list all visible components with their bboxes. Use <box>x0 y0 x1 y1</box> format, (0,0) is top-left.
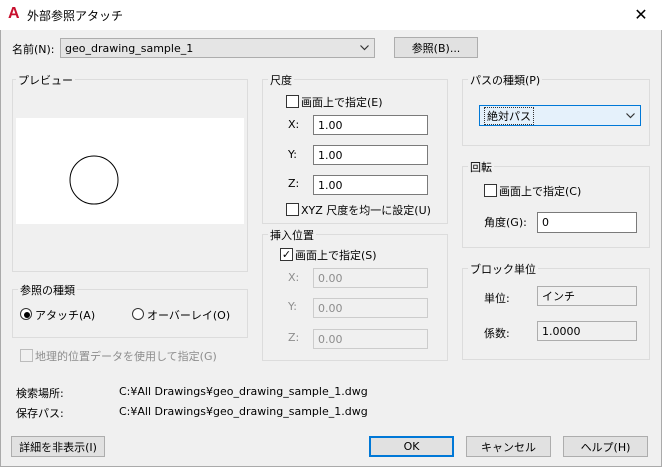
path-type-legend: パスの種類(P) <box>468 72 543 88</box>
insertion-z-label: Z: <box>288 331 300 344</box>
angle-label: 角度(G): <box>484 216 527 229</box>
browse-button[interactable]: 参照(B)... <box>394 37 478 58</box>
help-button[interactable]: ヘルプ(H) <box>563 436 648 457</box>
scale-z-input[interactable]: 1.00 <box>313 175 428 195</box>
preview-circle-icon <box>69 155 119 205</box>
factor-label: 係数: <box>484 327 510 340</box>
found-in-label: 検索場所: <box>16 387 64 400</box>
scale-y-input[interactable]: 1.00 <box>313 145 428 165</box>
preview-legend: プレビュー <box>16 72 75 88</box>
insertion-y-label: Y: <box>288 300 297 313</box>
block-unit-group <box>462 268 650 360</box>
scale-onscreen-checkbox[interactable] <box>286 95 299 108</box>
attach-label[interactable]: アタッチ(A) <box>35 307 95 323</box>
uniform-scale-label: XYZ 尺度を均一に設定(U) <box>301 204 431 217</box>
name-combo[interactable]: geo_drawing_sample_1 <box>60 38 375 58</box>
scale-x-label: X: <box>288 118 300 131</box>
chevron-down-icon <box>626 113 635 119</box>
path-type-value: 絶対パス <box>484 106 534 125</box>
scale-legend: 尺度 <box>268 72 294 88</box>
saved-path-label: 保存パス: <box>16 407 64 420</box>
name-label: 名前(N): <box>12 43 55 56</box>
insertion-legend: 挿入位置 <box>268 227 316 243</box>
attach-radio[interactable] <box>20 308 32 320</box>
close-icon[interactable]: ✕ <box>630 5 652 25</box>
ref-type-legend: 参照の種類 <box>18 282 77 298</box>
hide-details-button[interactable]: 詳細を非表示(I) <box>11 436 105 457</box>
scale-x-input[interactable]: 1.00 <box>313 115 428 135</box>
chevron-down-icon <box>360 45 369 51</box>
autocad-logo-icon: A <box>8 5 20 22</box>
cancel-button[interactable]: キャンセル <box>466 436 551 457</box>
rotation-legend: 回転 <box>468 159 494 175</box>
insertion-onscreen-checkbox[interactable]: ✓ <box>280 248 293 261</box>
uniform-scale-checkbox[interactable] <box>286 203 299 216</box>
rotation-group <box>462 166 650 248</box>
path-type-select[interactable]: 絶対パス <box>479 105 641 126</box>
unit-label: 単位: <box>484 292 510 305</box>
name-value: geo_drawing_sample_1 <box>65 41 194 55</box>
insertion-onscreen-label: 画面上で指定(S) <box>295 249 377 262</box>
angle-input[interactable]: 0 <box>537 212 637 233</box>
overlay-radio[interactable] <box>132 308 144 320</box>
factor-value: 1.0000 <box>537 321 637 341</box>
geo-label: 地理的位置データを使用して指定(G) <box>35 350 217 363</box>
saved-path-value: C:¥All Drawings¥geo_drawing_sample_1.dwg <box>119 405 368 418</box>
overlay-label[interactable]: オーバーレイ(O) <box>147 307 230 323</box>
geo-checkbox[interactable] <box>20 349 33 362</box>
insertion-z-input[interactable]: 0.00 <box>313 329 428 349</box>
found-in-value: C:¥All Drawings¥geo_drawing_sample_1.dwg <box>119 385 368 398</box>
block-unit-legend: ブロック単位 <box>468 261 538 277</box>
scale-onscreen-label: 画面上で指定(E) <box>301 96 383 109</box>
unit-value: インチ <box>537 286 637 306</box>
ok-button[interactable]: OK <box>369 436 454 457</box>
preview-canvas <box>16 118 244 224</box>
rotation-onscreen-label: 画面上で指定(C) <box>499 185 582 198</box>
insertion-y-input[interactable]: 0.00 <box>313 298 428 318</box>
scale-y-label: Y: <box>288 148 297 161</box>
insertion-x-input[interactable]: 0.00 <box>313 268 428 288</box>
insertion-x-label: X: <box>288 271 300 284</box>
scale-z-label: Z: <box>288 177 300 190</box>
rotation-onscreen-checkbox[interactable] <box>484 184 497 197</box>
dialog-title: 外部参照アタッチ <box>27 9 124 23</box>
